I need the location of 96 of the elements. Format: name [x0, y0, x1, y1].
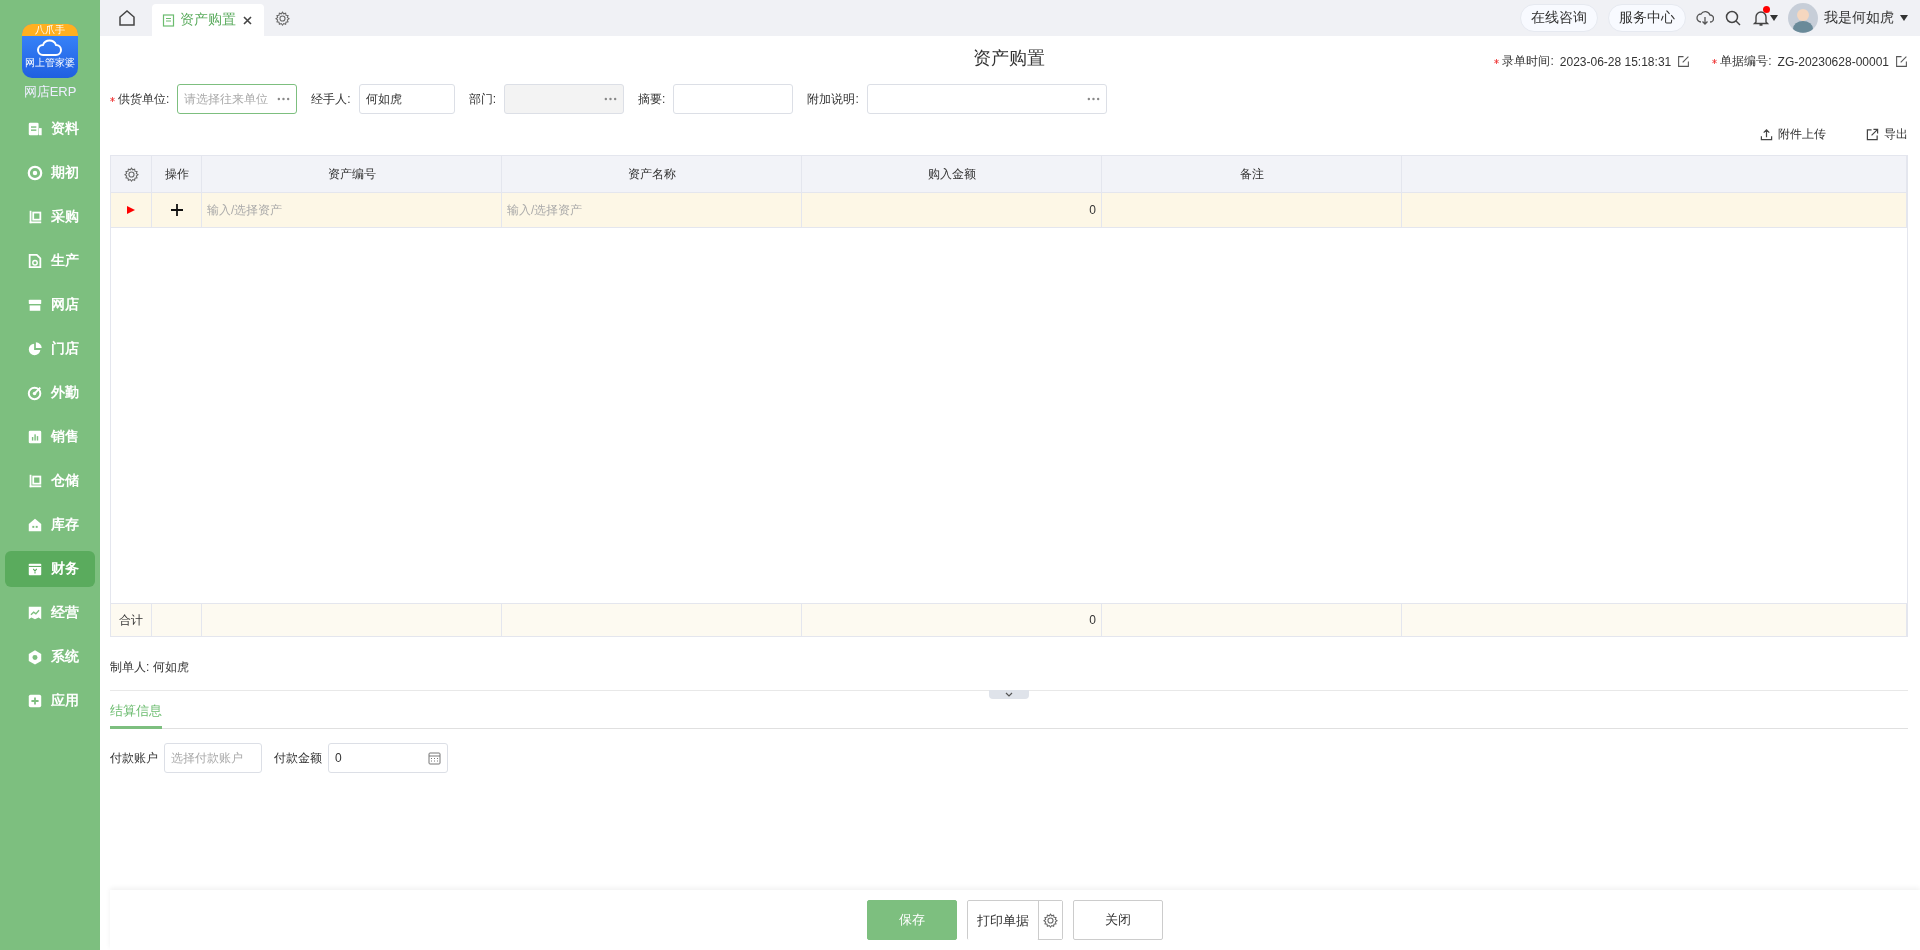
input-field[interactable]	[866, 84, 1107, 114]
field-label: 付款金额	[274, 749, 322, 767]
field-label: 付款账户	[110, 749, 158, 767]
sidebar-item[interactable]: 网店	[5, 287, 95, 323]
collapse-handle[interactable]	[989, 690, 1029, 699]
section-tab[interactable]: 结算信息	[110, 699, 162, 729]
sidebar-item[interactable]: 资料	[5, 111, 95, 147]
upload-icon	[1760, 128, 1773, 141]
required-icon	[1712, 59, 1718, 64]
sidebar-item[interactable]: 经营	[5, 595, 95, 631]
table-cell[interactable]: 输入/选择资产	[502, 193, 802, 227]
column-header: 资产编号	[202, 156, 502, 192]
search-icon[interactable]	[1724, 9, 1742, 27]
sidebar-item[interactable]: 系统	[5, 639, 95, 675]
required-icon	[110, 96, 115, 102]
column-header: 备注	[1102, 156, 1402, 192]
close-button[interactable]: 关闭	[1073, 900, 1163, 940]
sidebar-item[interactable]: 应用	[5, 683, 95, 719]
cloud-icon	[36, 39, 64, 57]
pie-chart-icon	[27, 341, 43, 357]
sidebar-item[interactable]: 门店	[5, 331, 95, 367]
header-link[interactable]: 在线咨询	[1520, 4, 1598, 32]
line-chart-icon	[27, 605, 43, 621]
gear-icon[interactable]	[1042, 911, 1059, 929]
column-settings-icon[interactable]	[122, 165, 140, 183]
sidebar-item[interactable]: 财务	[5, 551, 95, 587]
input-field[interactable]: 何如虎	[358, 84, 455, 114]
plus-icon	[27, 693, 43, 709]
target-icon	[27, 385, 43, 401]
column-header: 操作	[152, 156, 202, 192]
bar-chart-icon	[27, 429, 43, 445]
add-row-icon[interactable]	[169, 203, 184, 217]
table-cell: 0	[802, 604, 1102, 636]
hexagon-icon	[27, 649, 43, 665]
sidebar-item[interactable]: 仓储	[5, 463, 95, 499]
export-link[interactable]: 导出	[1866, 126, 1908, 143]
caret-icon[interactable]	[1770, 15, 1778, 21]
column-header: 资产名称	[502, 156, 802, 192]
sidebar-item[interactable]: 销售	[5, 419, 95, 455]
caret-icon[interactable]	[1900, 15, 1908, 21]
sidebar-item[interactable]: 库存	[5, 507, 95, 543]
input-field[interactable]	[673, 84, 794, 114]
calculator-icon[interactable]	[428, 752, 441, 765]
sidebar-item[interactable]: 外勤	[5, 375, 95, 411]
sidebar-item[interactable]: 期初	[5, 155, 95, 191]
upload-link[interactable]: 附件上传	[1760, 126, 1826, 143]
column-header: 购入金额	[802, 156, 1102, 192]
logo-badge: 八爪手	[22, 24, 78, 36]
edit-icon[interactable]	[1895, 55, 1908, 68]
current-row-icon	[127, 206, 135, 214]
disc-icon	[27, 165, 43, 181]
field-label: 供货单位:	[118, 90, 170, 108]
store-icon	[27, 297, 43, 313]
house-icon	[27, 517, 43, 533]
table-row[interactable]: 输入/选择资产 输入/选择资产 0	[111, 193, 1907, 228]
meta-label: 单据编号:	[1720, 53, 1772, 70]
settings-icon[interactable]	[274, 9, 291, 27]
input-field[interactable]: 选择付款账户	[164, 743, 262, 773]
sidebar-item[interactable]: 采购	[5, 199, 95, 235]
close-icon[interactable]	[241, 13, 254, 27]
input-field[interactable]: 请选择往来单位	[177, 84, 298, 114]
document-icon	[162, 13, 175, 27]
file-icon	[27, 253, 43, 269]
more-icon[interactable]	[604, 97, 618, 101]
table-cell: 0	[802, 193, 1102, 227]
page-tab[interactable]: 资产购置	[152, 4, 264, 36]
app-name: 网店ERP	[23, 83, 77, 101]
logo-caption: 网上管家婆	[25, 57, 75, 69]
field-label: 附加说明:	[807, 90, 859, 108]
home-icon[interactable]	[118, 9, 136, 27]
sidebar-item[interactable]: 生产	[5, 243, 95, 279]
meta-value: 2023-06-28 15:18:31	[1559, 54, 1672, 69]
more-icon[interactable]	[1086, 97, 1100, 101]
avatar-icon[interactable]	[1788, 3, 1818, 33]
cloud-download-icon[interactable]	[1696, 9, 1714, 27]
bell-icon[interactable]	[1752, 9, 1770, 27]
save-button[interactable]: 保存	[867, 900, 957, 940]
document-icon	[27, 121, 43, 137]
export-icon	[1866, 128, 1879, 141]
more-icon[interactable]	[277, 97, 291, 101]
field-label: 经手人:	[311, 90, 351, 108]
field-label: 部门:	[468, 90, 497, 108]
print-button[interactable]: 打印单据	[968, 901, 1038, 941]
table-cell[interactable]: 输入/选择资产	[202, 193, 502, 227]
meta-value: ZG-20230628-00001	[1777, 54, 1889, 69]
edit-icon[interactable]	[1677, 55, 1691, 68]
user-name[interactable]: 我是何如虎	[1824, 9, 1894, 27]
page-title: 资产购置	[973, 47, 1045, 70]
totals-label: 合计	[111, 604, 152, 636]
meta-label: 录单时间:	[1502, 53, 1554, 70]
field-label: 摘要:	[638, 90, 666, 108]
header-link[interactable]: 服务中心	[1608, 4, 1686, 32]
print-settings-button[interactable]	[1038, 901, 1062, 939]
required-icon	[1494, 59, 1500, 64]
maker-text: 制单人: 何如虎	[110, 659, 190, 676]
input-field[interactable]: 0	[328, 743, 448, 773]
